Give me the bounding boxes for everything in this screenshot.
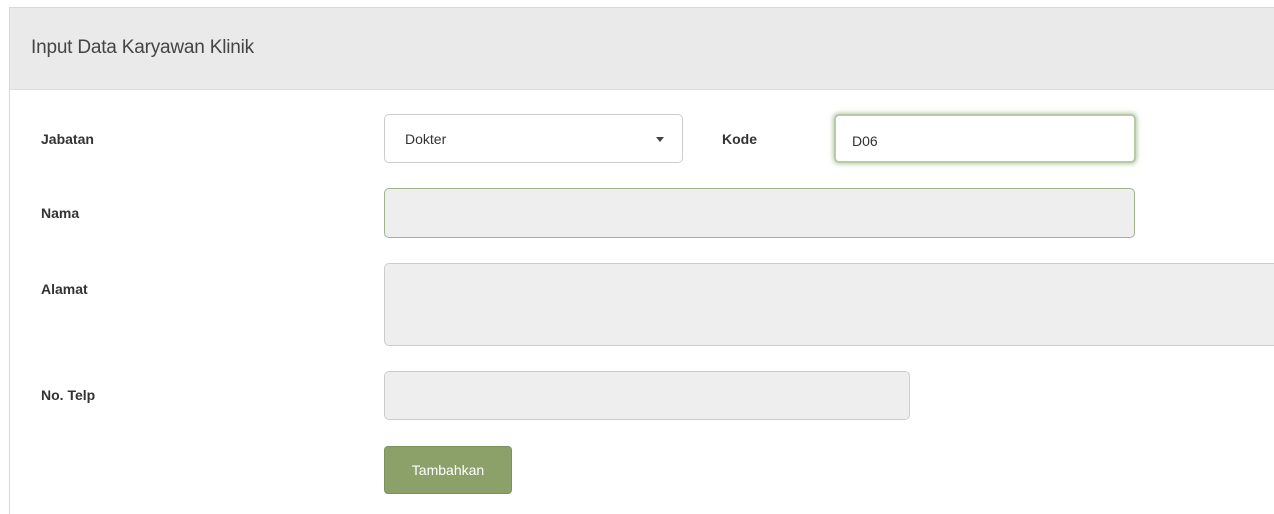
kode-field[interactable]: D06 [834,114,1136,163]
telp-field[interactable] [384,371,910,420]
tambahkan-button[interactable]: Tambahkan [384,446,512,494]
chevron-down-icon [656,137,664,142]
jabatan-select[interactable]: Dokter [384,114,683,163]
nama-label: Nama [41,205,80,221]
panel-title: Input Data Karyawan Klinik [31,37,254,58]
kode-label: Kode [722,131,757,147]
jabatan-selected-value: Dokter [405,131,447,147]
alamat-textarea[interactable] [384,263,1274,346]
telp-label: No. Telp [41,387,96,403]
panel-heading: Input Data Karyawan Klinik [10,8,1274,90]
kode-value: D06 [852,133,878,149]
input-karyawan-panel: Input Data Karyawan Klinik [9,7,1274,514]
jabatan-label: Jabatan [41,131,94,147]
alamat-label: Alamat [41,281,88,297]
nama-field[interactable] [384,188,1135,238]
